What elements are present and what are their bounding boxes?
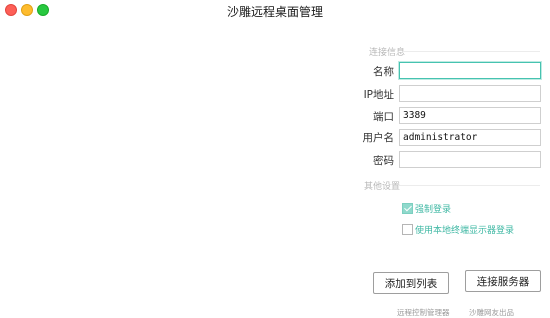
- footer-link-credit[interactable]: 沙雕网友出品: [469, 307, 514, 318]
- local-display-option[interactable]: 使用本地终端显示器登录: [402, 223, 515, 236]
- port-input[interactable]: [399, 107, 541, 124]
- ip-input[interactable]: [399, 85, 541, 102]
- window-title: 沙雕远程桌面管理: [226, 5, 323, 19]
- password-input[interactable]: [399, 151, 541, 168]
- section-divider: [404, 51, 540, 52]
- ip-label: IP地址: [363, 89, 394, 101]
- section-label-other: 其他设置: [364, 182, 401, 192]
- add-to-list-button[interactable]: 添加到列表: [373, 272, 449, 294]
- name-label: 名称: [373, 66, 394, 78]
- footer-link-manager[interactable]: 远程控制管理器: [397, 307, 450, 318]
- force-login-option[interactable]: 强制登录: [402, 202, 452, 215]
- section-label-connection: 连接信息: [369, 48, 406, 58]
- section-divider: [399, 185, 540, 186]
- local-display-label: 使用本地终端显示器登录: [415, 225, 515, 236]
- password-label: 密码: [373, 155, 394, 167]
- local-display-checkbox[interactable]: [402, 223, 413, 235]
- name-input[interactable]: [399, 62, 541, 79]
- force-login-label: 强制登录: [415, 204, 452, 215]
- username-label: 用户名: [362, 132, 395, 144]
- title-bar: 沙雕远程桌面管理: [0, 0, 550, 22]
- force-login-checkbox[interactable]: [402, 202, 413, 214]
- port-label: 端口: [373, 111, 394, 123]
- connect-server-button[interactable]: 连接服务器: [465, 270, 541, 292]
- username-input[interactable]: [399, 129, 541, 146]
